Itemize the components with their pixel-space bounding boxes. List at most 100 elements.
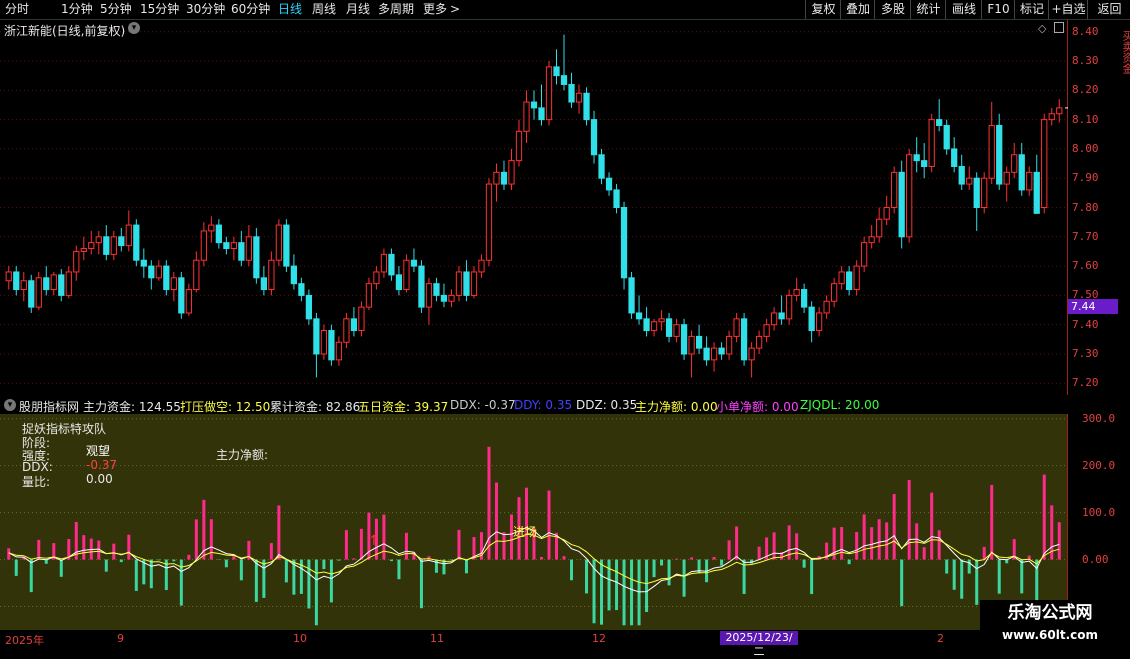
candle <box>239 231 244 266</box>
date-tick-label: 2025年 <box>5 632 44 648</box>
toolbar-button-6[interactable]: 标记 <box>1014 0 1049 19</box>
candle <box>134 219 139 266</box>
candle-body <box>494 172 499 184</box>
candle <box>299 278 304 301</box>
candle-body <box>21 281 26 290</box>
candle <box>141 249 146 278</box>
indicator-bar <box>773 532 776 559</box>
indicator-bar <box>668 560 671 586</box>
candle <box>494 164 499 202</box>
candle <box>584 87 589 125</box>
candle-body <box>952 149 957 167</box>
current-price-badge: 7.44 <box>1068 299 1118 314</box>
indicator-bar <box>225 560 228 568</box>
toolbar-button-5[interactable]: F10 <box>981 0 1015 19</box>
toolbar-item-4[interactable]: 30分钟 <box>186 1 225 18</box>
toolbar-item-9[interactable]: 多周期 <box>378 1 414 18</box>
indicator-bar <box>240 560 243 581</box>
candle-body <box>126 225 131 246</box>
toolbar-item-2[interactable]: 5分钟 <box>100 1 132 18</box>
indicator-axis: 300.0200.0100.00.00-100.0 <box>1068 414 1118 630</box>
indicator-bar <box>82 535 85 559</box>
candle-body <box>764 325 769 337</box>
toolbar-item-3[interactable]: 15分钟 <box>140 1 179 18</box>
indicator-value-9: ZJQDL: 20.00 <box>800 398 879 412</box>
candle <box>1049 108 1054 126</box>
candle-body <box>539 108 544 120</box>
diamond-icon[interactable]: ◇ <box>1038 22 1046 35</box>
chevron-right-icon[interactable]: > <box>450 1 460 18</box>
toolbar-item-6[interactable]: 日线 <box>278 1 302 18</box>
indicator-bar <box>405 533 408 560</box>
indicator-bar <box>983 547 986 560</box>
toolbar-button-3[interactable]: 统计 <box>910 0 946 19</box>
candle <box>201 222 206 266</box>
side-panel-strip[interactable]: 买卖资金 <box>1118 20 1130 630</box>
indicator-value-7: 主力净额: 0.00 <box>635 398 718 415</box>
candle <box>974 172 979 231</box>
indicator-bar <box>255 560 258 602</box>
candle <box>636 295 641 324</box>
indicator-bar <box>893 494 896 560</box>
indicator-bar <box>848 560 851 565</box>
candle-body <box>501 172 506 184</box>
toolbar-item-7[interactable]: 周线 <box>312 1 336 18</box>
indicator-name[interactable]: 股朋指标网 <box>19 398 79 415</box>
indicator-bar <box>382 515 385 560</box>
candle-body <box>734 319 739 337</box>
toolbar-item-1[interactable]: 1分钟 <box>61 1 93 18</box>
candle <box>989 102 994 184</box>
candle-body <box>719 348 724 354</box>
window-icon[interactable] <box>1054 22 1064 33</box>
toolbar-item-10[interactable]: 更多 <box>423 1 447 18</box>
candle-body <box>899 172 904 236</box>
indicator-bar <box>270 543 273 559</box>
candle-body <box>802 290 807 308</box>
candle <box>809 301 814 342</box>
candle-body <box>1034 172 1039 213</box>
toolbar-item-5[interactable]: 60分钟 <box>231 1 270 18</box>
candle <box>749 342 754 377</box>
candlestick-chart[interactable] <box>0 20 1068 395</box>
toolbar-item-0[interactable]: 分时 <box>5 1 29 18</box>
toolbar-button-0[interactable]: 复权 <box>805 0 841 19</box>
candle-body <box>156 266 161 278</box>
chevron-down-icon[interactable]: ▾ <box>128 22 140 34</box>
candle-body <box>14 272 19 290</box>
candle-body <box>6 272 11 281</box>
candle-body <box>914 155 919 161</box>
candle-body <box>809 307 814 330</box>
indicator-value-3: 五日资金: 39.37 <box>358 398 448 415</box>
candle-body <box>389 254 394 275</box>
candle-body <box>779 313 784 319</box>
candle <box>36 272 41 310</box>
candle <box>381 249 386 278</box>
indicator-bar <box>653 560 656 578</box>
toolbar-button-4[interactable]: 画线 <box>945 0 982 19</box>
chevron-down-icon[interactable]: ▾ <box>4 399 16 411</box>
candle-body <box>509 161 514 184</box>
candle <box>336 336 341 365</box>
price-tick-label: 7.70 <box>1072 230 1099 243</box>
indicator-bar <box>998 560 1001 594</box>
candle <box>614 184 619 213</box>
toolbar-button-2[interactable]: 多股 <box>874 0 911 19</box>
indicator-bar <box>352 558 355 559</box>
indicator-chart[interactable] <box>0 414 1068 630</box>
candle-body <box>929 120 934 167</box>
toolbar-item-8[interactable]: 月线 <box>346 1 370 18</box>
toolbar-button-1[interactable]: 叠加 <box>840 0 875 19</box>
indicator-bar <box>855 532 858 560</box>
toolbar-button-8[interactable]: 返回 <box>1087 0 1130 19</box>
candle <box>1034 155 1039 214</box>
indicator-bar <box>683 560 686 597</box>
candle <box>104 225 109 260</box>
indicator-bar <box>630 560 633 626</box>
side-strip-text: 买卖资金 <box>1119 30 1130 74</box>
toolbar-button-7[interactable]: +自选 <box>1048 0 1088 19</box>
indicator-bar <box>735 526 738 559</box>
candle-body <box>164 266 169 289</box>
indicator-bar <box>810 560 813 594</box>
candle-body <box>531 102 536 108</box>
candle-body <box>704 348 709 360</box>
